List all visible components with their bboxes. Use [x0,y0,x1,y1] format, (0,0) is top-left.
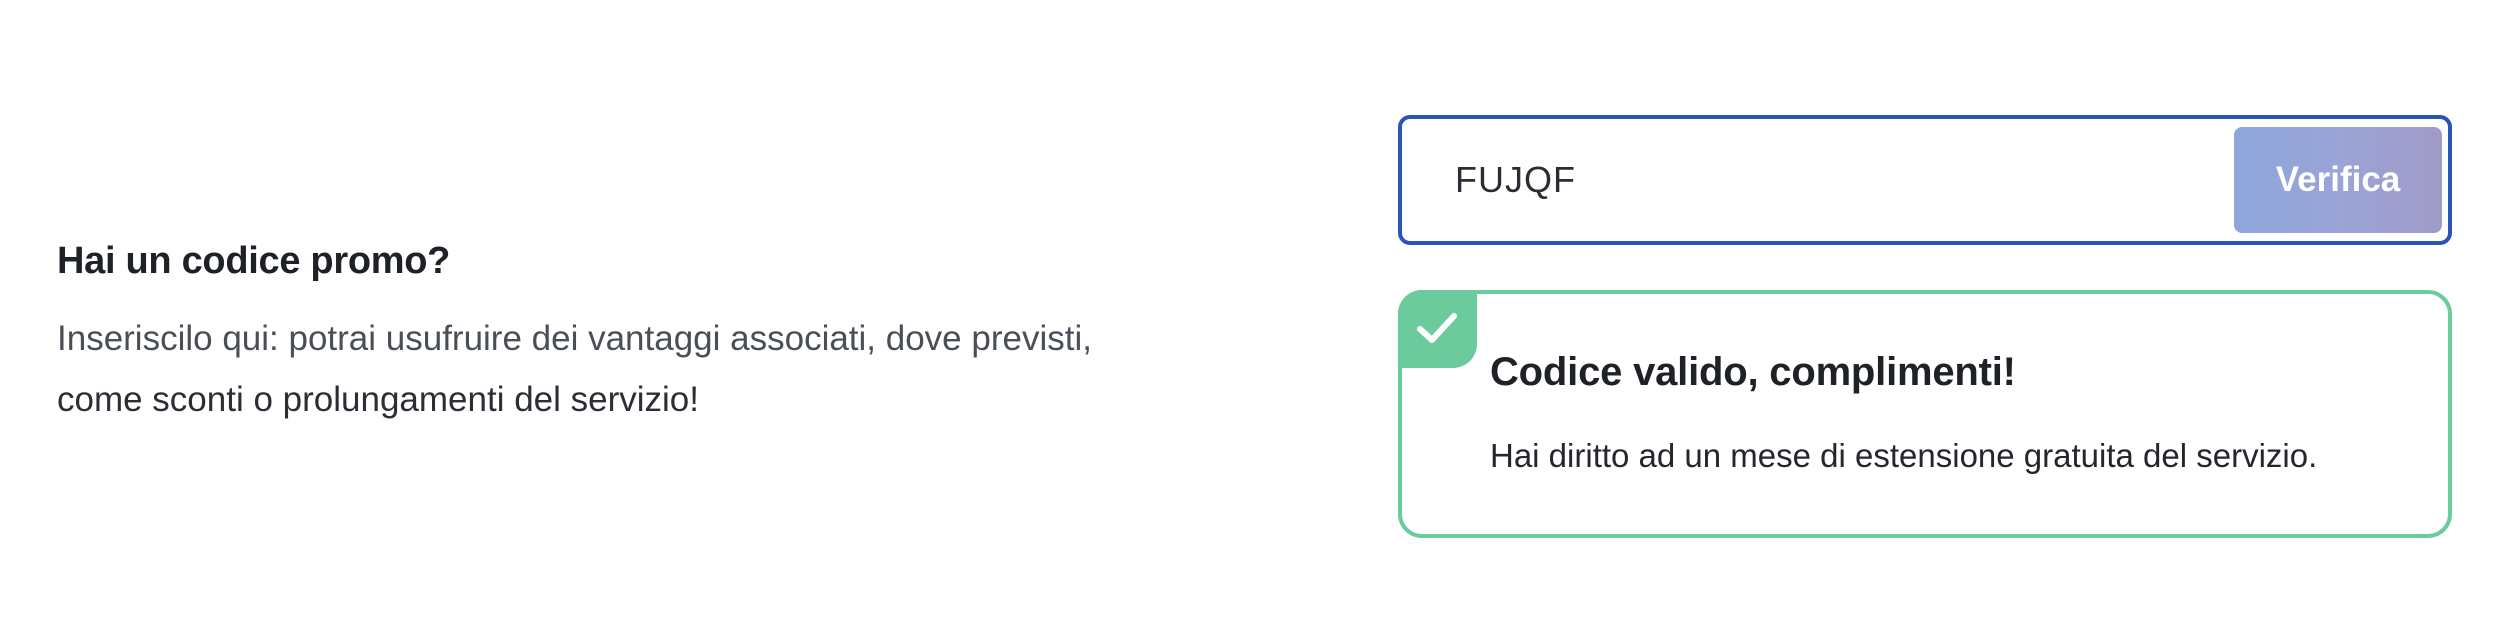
success-badge [1398,290,1477,368]
checkmark-icon [1417,313,1457,343]
promo-code-form: Verifica [1398,115,2452,245]
verify-button[interactable]: Verifica [2234,127,2442,233]
success-message: Hai diritto ad un mese di estensione gra… [1490,437,2318,474]
promo-title: Hai un codice promo? [57,240,451,282]
promo-description: Inseriscilo qui: potrai usufruire dei va… [57,308,1217,430]
promo-description-line-2: come sconti o prolungamenti del servizio… [57,380,699,419]
promo-info: Hai un codice promo? Inseriscilo qui: po… [57,234,1217,430]
success-message-box: Codice valido, complimenti! Hai diritto … [1398,290,2452,538]
promo-code-input[interactable] [1455,119,2255,241]
promo-description-line-1: Inseriscilo qui: potrai usufruire dei va… [57,319,1092,358]
success-title: Codice valido, complimenti! [1490,350,2016,394]
